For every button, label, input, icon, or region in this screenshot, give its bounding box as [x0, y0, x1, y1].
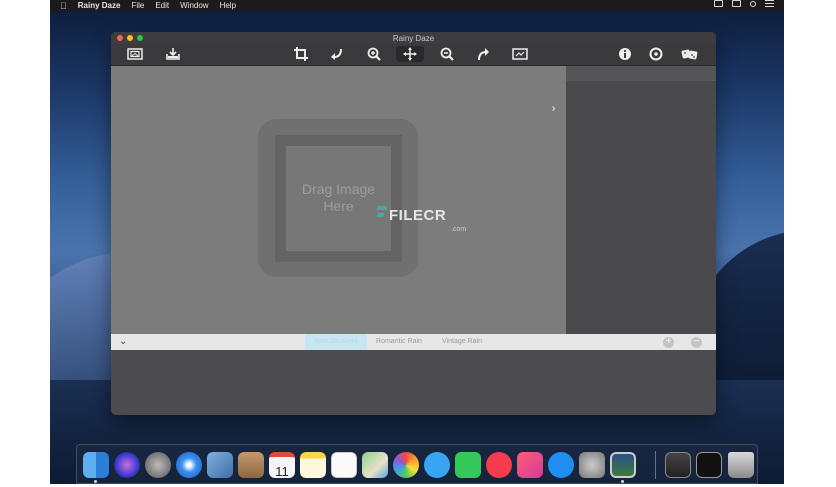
app-store-icon[interactable] [548, 452, 574, 478]
running-indicator [94, 480, 97, 483]
trash-icon[interactable] [728, 452, 754, 478]
notes-icon[interactable] [300, 452, 326, 478]
settings-icon[interactable] [647, 46, 665, 62]
screen-sharing-icon[interactable] [696, 452, 722, 478]
preset-thumbnails-area [111, 350, 716, 415]
menu-help[interactable]: Help [220, 0, 236, 12]
maps-icon[interactable] [362, 452, 388, 478]
mail-icon[interactable] [207, 452, 233, 478]
pan-icon[interactable] [396, 46, 424, 62]
rotate-left-icon[interactable] [328, 46, 346, 62]
remove-preset-button[interactable]: − [691, 337, 702, 348]
zoom-in-icon[interactable] [365, 46, 383, 62]
notification-center-icon[interactable] [765, 0, 774, 7]
watermark-text: FILECR [389, 207, 447, 224]
toolbar [111, 44, 716, 66]
menu-edit[interactable]: Edit [155, 0, 169, 12]
redo-icon[interactable] [474, 46, 492, 62]
save-image-icon[interactable] [164, 46, 182, 62]
photo-viewer-icon[interactable] [665, 452, 691, 478]
display-icon[interactable] [732, 0, 741, 7]
system-preferences-icon[interactable] [579, 452, 605, 478]
news-icon[interactable] [486, 452, 512, 478]
app-window: Rainy Daze Drag Image Here FILECR .com ›… [111, 32, 716, 415]
reminders-icon[interactable] [331, 452, 357, 478]
preset-bar: ⌄ Bath Showers Romantic Rain Vintage Rai… [111, 334, 716, 350]
open-image-icon[interactable] [126, 46, 144, 62]
chevron-down-icon[interactable]: ⌄ [119, 336, 127, 347]
airplay-icon[interactable] [714, 0, 723, 7]
side-panel-body [566, 81, 716, 334]
fit-image-icon[interactable] [511, 46, 529, 62]
tab-bath-showers[interactable]: Bath Showers [305, 334, 367, 350]
photos-icon[interactable] [393, 452, 419, 478]
calendar-icon[interactable]: 11 [269, 452, 295, 479]
launchpad-icon[interactable] [145, 452, 171, 478]
image-drop-area[interactable]: Drag Image Here FILECR .com › [111, 66, 566, 334]
rainy-daze-icon[interactable] [610, 452, 636, 478]
dock: 11 [76, 444, 758, 484]
facetime-icon[interactable] [455, 452, 481, 478]
info-icon[interactable] [616, 46, 634, 62]
music-icon[interactable] [517, 452, 543, 478]
title-bar: Rainy Daze [111, 32, 716, 44]
watermark: FILECR .com [377, 206, 466, 234]
tab-romantic-rain[interactable]: Romantic Rain [368, 334, 430, 350]
safari-icon[interactable] [176, 452, 202, 478]
watermark-logo-icon [377, 206, 387, 224]
contacts-icon[interactable] [238, 452, 264, 478]
siri-icon[interactable] [114, 452, 140, 478]
crop-icon[interactable] [292, 46, 310, 62]
chevron-right-icon[interactable]: › [552, 103, 555, 114]
apple-menu-icon[interactable]:  [60, 0, 67, 12]
spotlight-search-icon[interactable] [750, 0, 756, 7]
menu-app-name[interactable]: Rainy Daze [78, 0, 121, 12]
dock-separator [655, 451, 656, 479]
random-icon[interactable] [681, 46, 699, 62]
tab-vintage-rain[interactable]: Vintage Rain [432, 334, 492, 350]
side-panel-header [566, 66, 716, 81]
drop-zone-label-line1: Drag Image [301, 181, 376, 197]
finder-icon[interactable] [83, 452, 109, 478]
drop-zone-label-line2: Here [323, 198, 354, 214]
menu-file[interactable]: File [131, 0, 144, 12]
side-panel [566, 66, 716, 334]
menu-bar:  Rainy Daze File Edit Window Help [50, 0, 784, 12]
running-indicator [621, 480, 624, 483]
watermark-suffix: .com [451, 226, 467, 233]
zoom-out-icon[interactable] [438, 46, 456, 62]
add-preset-button[interactable]: + [663, 337, 674, 348]
messages-icon[interactable] [424, 452, 450, 478]
menu-window[interactable]: Window [180, 0, 208, 12]
